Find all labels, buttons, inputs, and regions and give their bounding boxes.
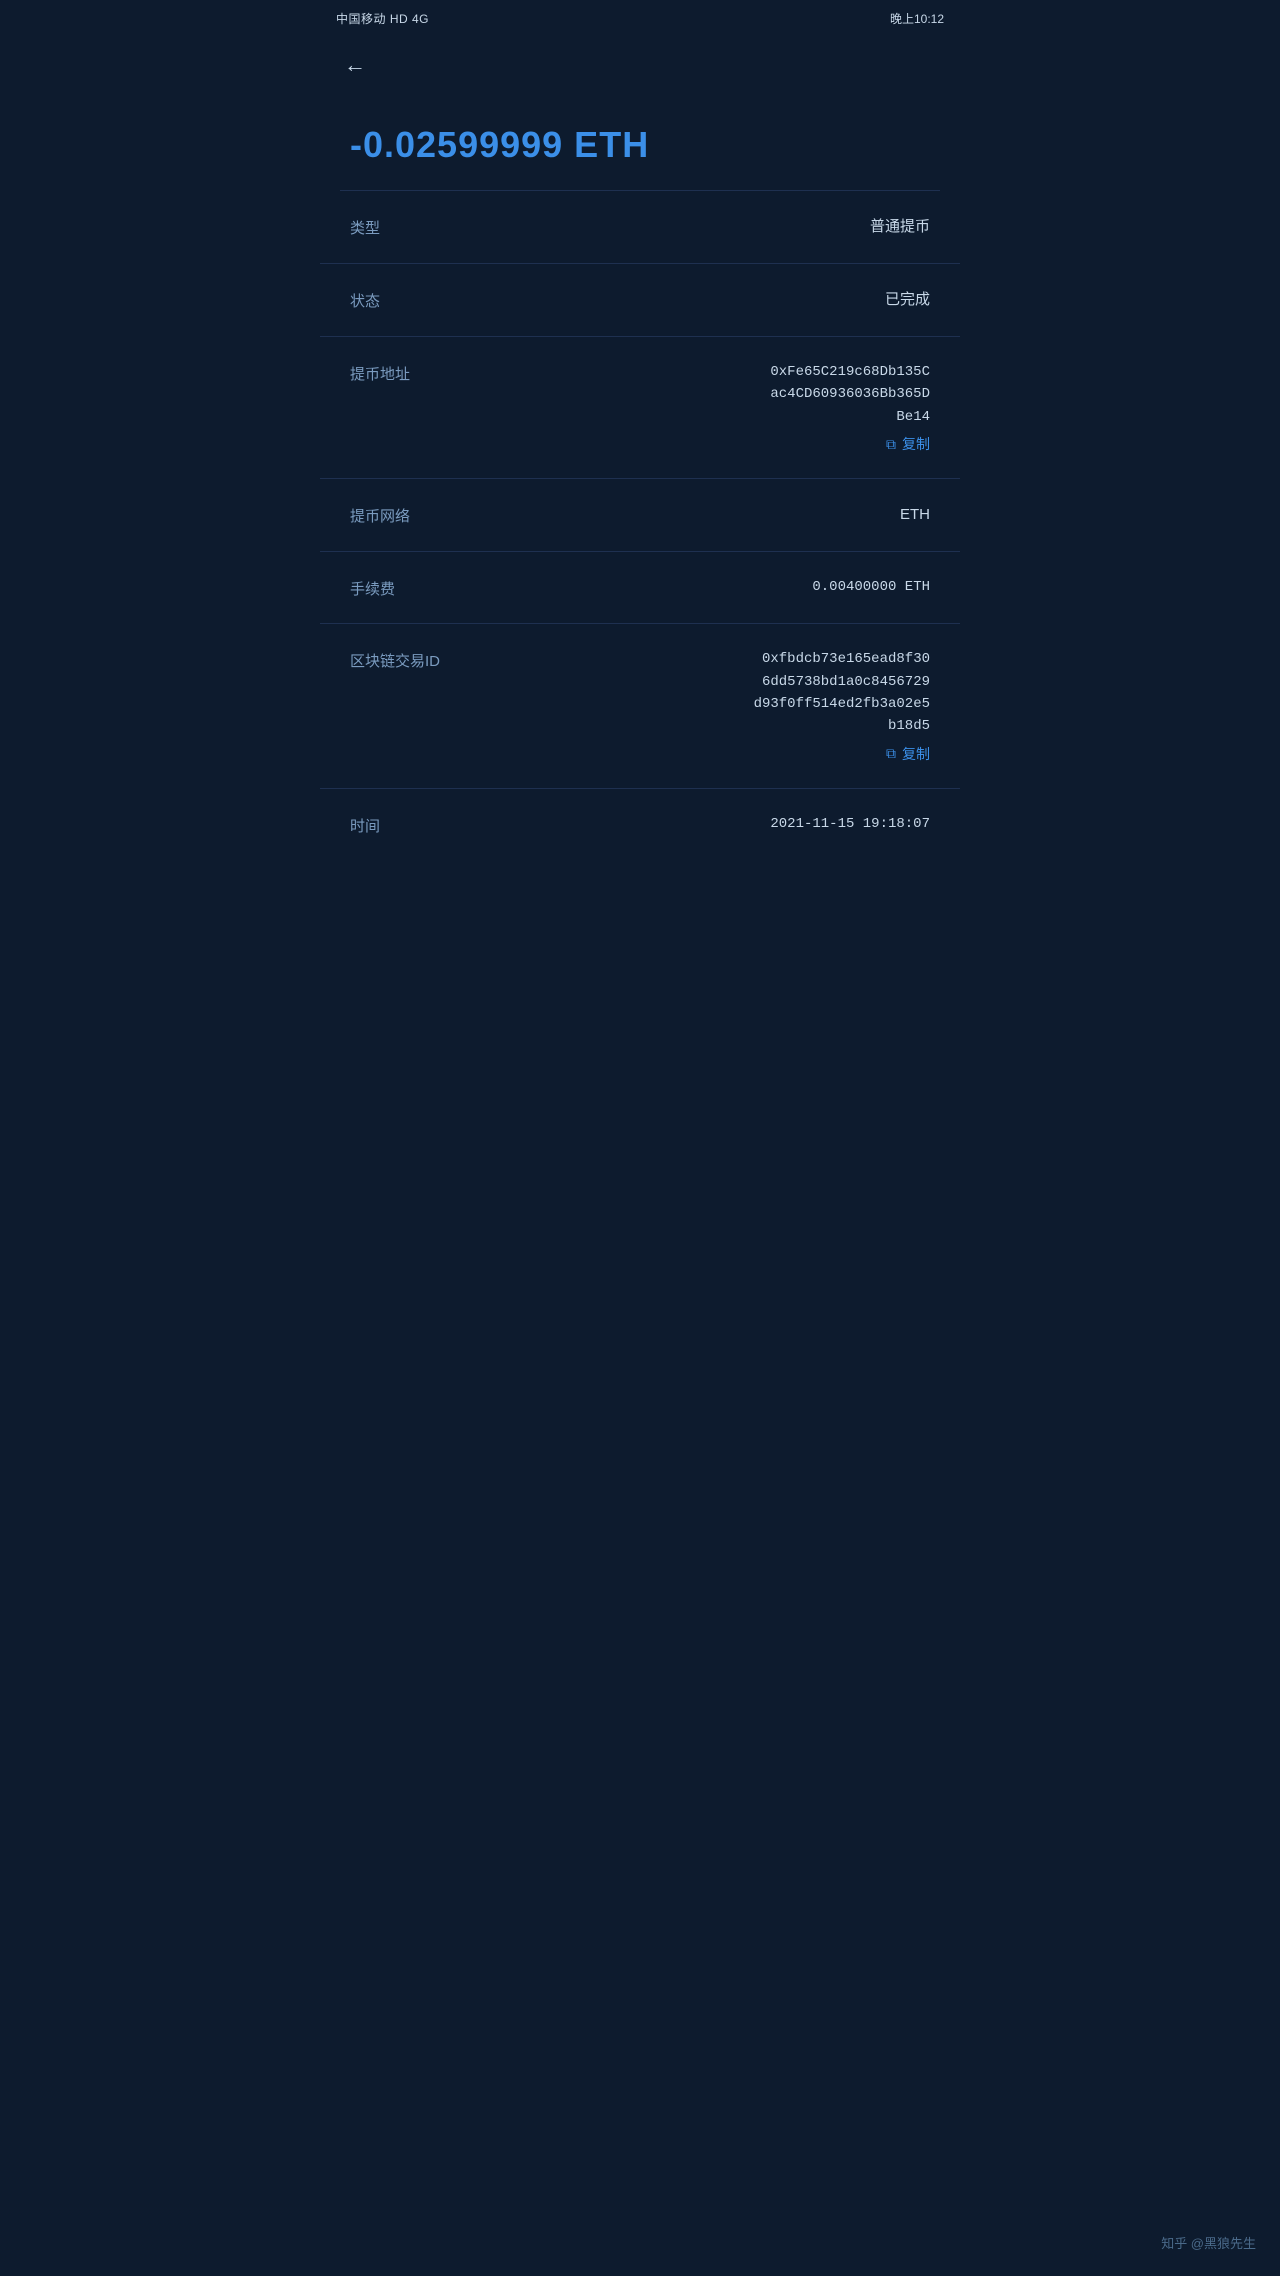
network-row: 提币网络 ETH [320,479,960,552]
type-row: 类型 普通提币 [320,191,960,264]
nav-bar: ← [320,36,960,94]
time-label: 时间 [350,813,430,836]
fee-value: 0.00400000 ETH [812,576,930,598]
transaction-amount: -0.02599999 ETH [350,124,930,166]
address-right: 0xFe65C219c68Db135C ac4CD60936036Bb365D … [770,361,930,454]
time-row: 时间 2021-11-15 19:18:07 [320,789,960,860]
address-line1: 0xFe65C219c68Db135C [770,361,930,383]
fee-row: 手续费 0.00400000 ETH [320,552,960,624]
amount-section: -0.02599999 ETH [320,94,960,190]
address-line3: Be14 [770,406,930,428]
type-label: 类型 [350,215,430,238]
address-label: 提币地址 [350,361,430,384]
network-value: ETH [900,503,930,527]
status-row: 状态 已完成 [320,264,960,337]
copy-icon-2: ⧉ [886,745,896,762]
address-line2: ac4CD60936036Bb365D [770,383,930,405]
carrier-info: 中国移动 HD 4G [336,10,429,27]
address-copy-button[interactable]: ⧉ 复制 [886,434,930,454]
txid-line3: d93f0ff514ed2fb3a02e5 [754,693,930,715]
back-button[interactable]: ← [340,48,370,82]
copy-label-2: 复制 [902,744,930,764]
txid-line1: 0xfbdcb73e165ead8f30 [754,648,930,670]
copy-label-1: 复制 [902,434,930,454]
fee-label: 手续费 [350,576,430,599]
network-label: 提币网络 [350,503,430,526]
txid-label: 区块链交易ID [350,648,440,671]
txid-value: 0xfbdcb73e165ead8f30 6dd5738bd1a0c845672… [754,648,930,738]
txid-line4: b18d5 [754,715,930,737]
address-value: 0xFe65C219c68Db135C ac4CD60936036Bb365D … [770,361,930,428]
time-value: 2021-11-15 19:18:07 [770,813,930,835]
txid-line2: 6dd5738bd1a0c8456729 [754,671,930,693]
watermark: 知乎 @黑狼先生 [1161,2233,1256,2252]
status-bar: 中国移动 HD 4G 晚上10:12 [320,0,960,36]
txid-right: 0xfbdcb73e165ead8f30 6dd5738bd1a0c845672… [754,648,930,764]
txid-copy-button[interactable]: ⧉ 复制 [886,744,930,764]
address-row: 提币地址 0xFe65C219c68Db135C ac4CD60936036Bb… [320,337,960,479]
watermark-text: 知乎 @黑狼先生 [1161,2236,1256,2251]
copy-icon-1: ⧉ [886,436,896,453]
txid-row: 区块链交易ID 0xfbdcb73e165ead8f30 6dd5738bd1a… [320,624,960,789]
time-display: 晚上10:12 [890,10,944,27]
status-value: 已完成 [885,288,930,312]
status-label: 状态 [350,288,430,311]
type-value: 普通提币 [870,215,930,239]
